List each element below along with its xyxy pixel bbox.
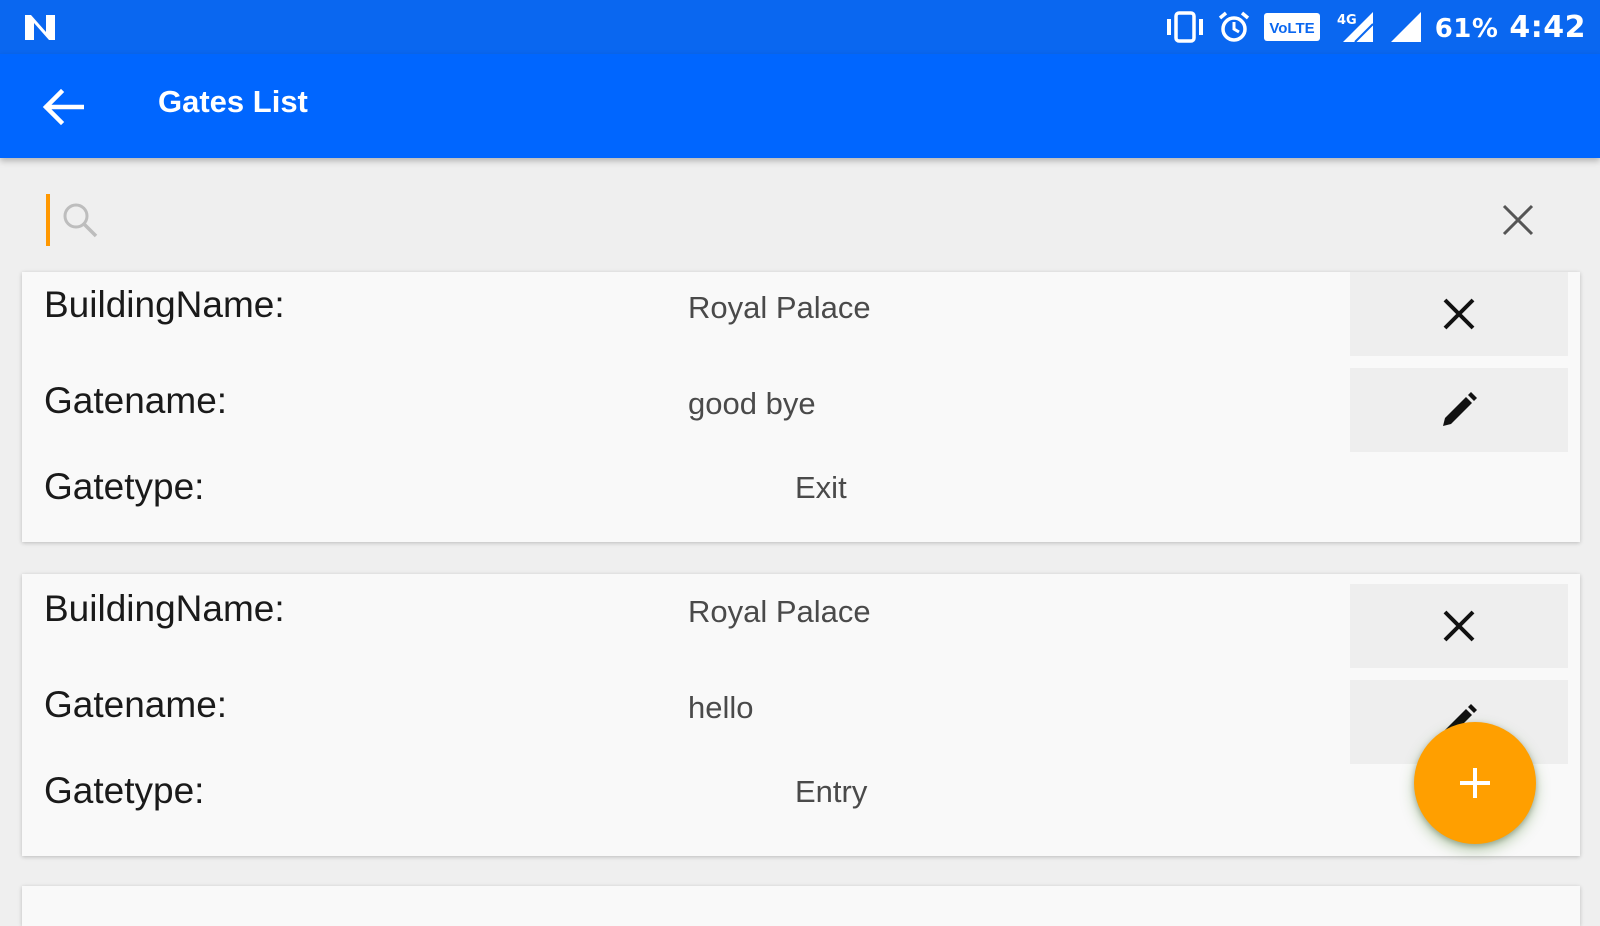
clock: 4:42 — [1509, 9, 1586, 45]
arrow-back-icon — [42, 88, 84, 126]
gate-card: BuildingName: Royal Palace Gatename: goo… — [22, 272, 1580, 542]
delete-button[interactable] — [1350, 272, 1568, 356]
gate-name-value: good bye — [688, 386, 816, 421]
gate-type-label: Gatetype: — [44, 466, 205, 507]
building-name-value: Royal Palace — [688, 594, 871, 629]
close-icon — [1443, 298, 1475, 330]
volte-icon: VoLTE — [1263, 13, 1320, 41]
gate-card: BuildingName: Royal Palace Gatename: hel… — [22, 574, 1580, 856]
status-text: 61% 4:42 — [1435, 10, 1586, 45]
building-name-label: BuildingName: — [44, 284, 285, 325]
volte-label: VoLTE — [1269, 20, 1314, 37]
gate-type-value: Entry — [795, 774, 868, 809]
gate-name-label: Gatename: — [44, 380, 228, 421]
building-name-value: Royal Palace — [688, 290, 871, 325]
vibrate-icon — [1166, 11, 1203, 43]
edit-button[interactable] — [1350, 368, 1568, 452]
app-bar: Gates List — [0, 54, 1600, 158]
alarm-icon — [1218, 11, 1249, 42]
back-button[interactable] — [36, 80, 90, 134]
status-bar: VoLTE 4G 61% 4:42 — [0, 0, 1600, 54]
search-input[interactable] — [44, 190, 1444, 240]
signal-4g-icon: 4G — [1337, 12, 1374, 43]
building-name-label: BuildingName: — [44, 588, 285, 629]
search-bar — [22, 180, 1578, 262]
plus-icon — [1460, 768, 1490, 798]
page-title: Gates List — [158, 84, 308, 119]
n-logo-icon — [25, 15, 55, 40]
gate-name-label: Gatename: — [44, 684, 228, 725]
add-gate-button[interactable] — [1414, 722, 1536, 844]
gate-card — [22, 886, 1580, 926]
battery-level: 61% — [1434, 13, 1499, 44]
search-clear-button[interactable] — [1496, 198, 1540, 242]
gate-type-value: Exit — [795, 470, 847, 505]
close-icon — [1443, 610, 1475, 642]
network-type-label: 4G — [1337, 13, 1357, 28]
close-icon — [1502, 204, 1534, 236]
gate-type-label: Gatetype: — [44, 770, 205, 811]
status-icons: VoLTE 4G 61% 4:42 — [1165, 8, 1586, 46]
gate-name-value: hello — [688, 690, 754, 725]
delete-button[interactable] — [1350, 584, 1568, 668]
pencil-icon — [1443, 392, 1477, 426]
signal-icon — [1390, 12, 1421, 42]
